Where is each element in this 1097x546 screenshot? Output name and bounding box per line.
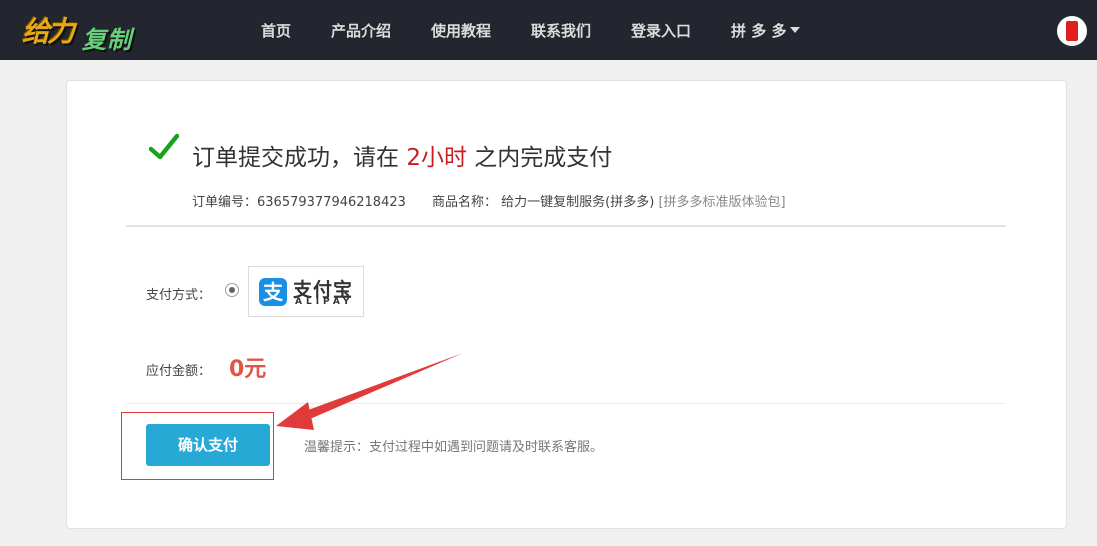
alipay-name-en: ALIPAY (295, 297, 354, 307)
payment-method-radio[interactable] (225, 283, 239, 297)
logo-text-primary: 给力 (22, 15, 75, 48)
nav-home[interactable]: 首页 (261, 20, 291, 41)
payment-method-label: 支付方式： (146, 288, 212, 303)
product-name: 商品名称： 给力一键复制服务(拼多多) [拼多多标准版体验包] (432, 191, 786, 210)
nav-pinduoduo-dropdown[interactable]: 拼 多 多 (731, 20, 801, 41)
top-navbar: 给力 复制 首页 产品介绍 使用教程 联系我们 登录入口 拼 多 多 (0, 0, 1097, 60)
success-title-suffix: 之内完成支付 (474, 145, 613, 171)
chevron-down-icon (790, 26, 801, 33)
order-number-value: 636579377946218423 (257, 195, 406, 210)
nav-login[interactable]: 登录入口 (631, 20, 691, 41)
nav-pinduoduo-label: 拼 多 多 (731, 22, 787, 40)
nav-contact[interactable]: 联系我们 (531, 20, 591, 41)
section-divider (126, 225, 1006, 227)
success-title: 订单提交成功，请在 2小时 之内完成支付 (192, 138, 612, 172)
avatar[interactable] (1057, 16, 1087, 46)
logo-text-secondary: 复制 (82, 26, 132, 54)
alipay-icon: 支 (259, 278, 287, 306)
product-name-value: 给力一键复制服务(拼多多) (501, 195, 655, 210)
section-divider-thin (126, 403, 1006, 404)
checkmark-icon (149, 133, 179, 160)
annotation-arrow-icon (276, 353, 463, 430)
amount-label: 应付金额： (146, 364, 212, 379)
nav-tutorial[interactable]: 使用教程 (431, 20, 491, 41)
confirm-pay-button[interactable]: 确认支付 (146, 424, 270, 466)
product-name-label: 商品名称： (432, 195, 498, 210)
success-title-prefix: 订单提交成功，请在 (192, 145, 399, 171)
site-logo[interactable]: 给力 复制 (18, 8, 148, 54)
deadline-highlight: 2小时 (406, 145, 467, 171)
order-number: 订单编号：636579377946218423 (192, 191, 406, 210)
amount-value: 0元 (229, 357, 267, 382)
alipay-option[interactable]: 支 支付宝 ALIPAY (248, 266, 364, 317)
product-package-tag: [拼多多标准版体验包] (658, 195, 786, 210)
nav-product-intro[interactable]: 产品介绍 (331, 20, 391, 41)
notification-badge-icon (1066, 21, 1078, 41)
order-number-label: 订单编号： (192, 195, 258, 210)
radio-selected-dot (229, 287, 235, 293)
